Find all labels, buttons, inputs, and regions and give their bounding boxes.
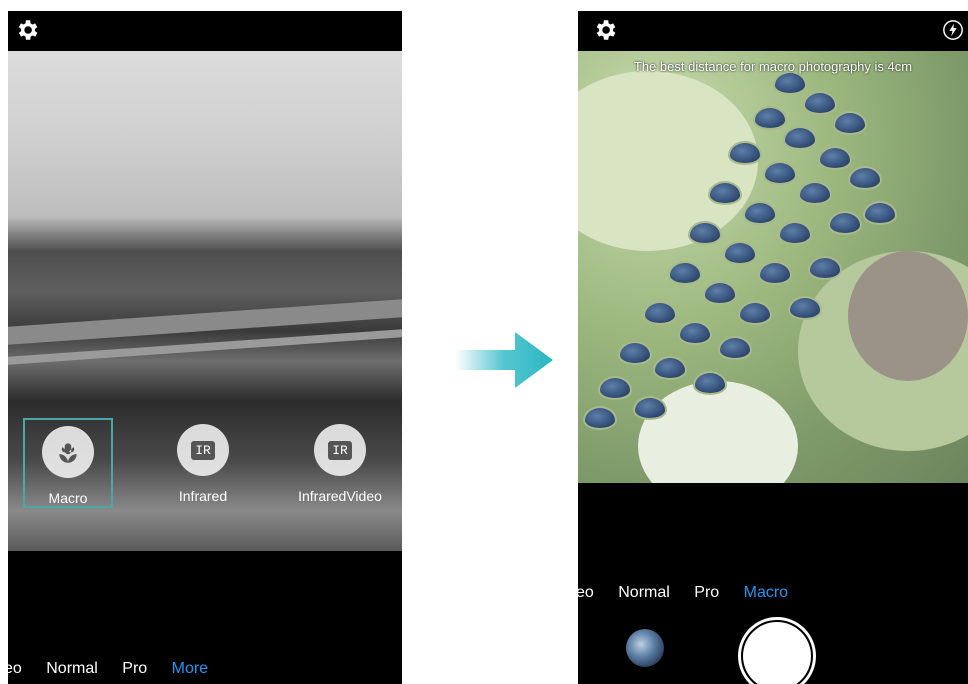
plantlet-pod — [693, 371, 727, 395]
macro-hint: The best distance for macro photography … — [633, 59, 913, 74]
mode-tab-normal[interactable]: Normal — [46, 660, 98, 678]
plantlet-pod — [808, 256, 842, 280]
gallery-thumbnail[interactable] — [626, 629, 664, 667]
gear-icon[interactable] — [14, 17, 40, 43]
plantlet-pod — [743, 201, 777, 225]
leaf — [848, 251, 968, 381]
mode-switcher: eo Normal Pro More — [8, 660, 228, 684]
ir-video-icon: IR — [328, 440, 352, 460]
mode-tab-macro[interactable]: Macro — [744, 584, 788, 602]
left-phone-screen: Macro IR Infrared IR InfraredVideo eo No… — [8, 11, 402, 684]
plantlet-pod — [598, 376, 632, 400]
mode-tab-normal[interactable]: Normal — [618, 584, 670, 602]
plantlet-pod — [848, 166, 882, 190]
plantlet-pod — [703, 281, 737, 305]
mode-icon-circle — [42, 426, 94, 478]
plantlet-pod — [678, 321, 712, 345]
plantlet-pod — [583, 406, 617, 430]
plantlet-pod — [783, 126, 817, 150]
plantlet-pod — [773, 71, 807, 95]
flower-icon — [59, 443, 77, 463]
mode-tab-video[interactable]: eo — [578, 584, 594, 602]
plantlet-pod — [708, 181, 742, 205]
plantlet-pod — [653, 356, 687, 380]
transition-arrow — [455, 332, 553, 388]
shutter-button[interactable] — [743, 622, 811, 684]
leaf — [638, 381, 798, 483]
plantlet-pod — [863, 201, 897, 225]
plantlet-pod — [778, 221, 812, 245]
plantlet-pod — [788, 296, 822, 320]
top-bar — [8, 11, 402, 51]
mode-label: Infrared — [178, 488, 228, 504]
mode-tab-pro[interactable]: Pro — [122, 660, 147, 678]
mode-label: Macro — [48, 490, 88, 506]
flash-auto-icon[interactable] — [942, 19, 964, 41]
mode-label: InfraredVideo — [298, 488, 382, 504]
mode-tab-pro[interactable]: Pro — [694, 584, 719, 602]
plantlet-pod — [763, 161, 797, 185]
mode-tile-infrared[interactable]: IR Infrared — [158, 418, 248, 508]
plantlet-pod — [758, 261, 792, 285]
plantlet-pod — [643, 301, 677, 325]
mode-icon-circle: IR — [314, 424, 366, 476]
gear-icon[interactable] — [592, 17, 618, 43]
plantlet-pod — [723, 241, 757, 265]
plantlet-pod — [738, 301, 772, 325]
right-phone-screen: The best distance for macro photography … — [578, 11, 968, 684]
mode-icon-circle: IR — [177, 424, 229, 476]
plantlet-pod — [798, 181, 832, 205]
plantlet-pod — [633, 396, 667, 420]
plantlet-pod — [688, 221, 722, 245]
mode-switcher: eo Normal Pro Macro — [578, 584, 808, 608]
plantlet-pod — [728, 141, 762, 165]
plantlet-pod — [668, 261, 702, 285]
plantlet-pod — [818, 146, 852, 170]
plantlet-pod — [833, 111, 867, 135]
ir-camera-icon: IR — [191, 440, 215, 460]
mode-tab-more[interactable]: More — [172, 660, 208, 678]
plantlet-pod — [828, 211, 862, 235]
plantlet-pod — [618, 341, 652, 365]
mode-tab-video[interactable]: eo — [8, 660, 22, 678]
plantlet-pod — [753, 106, 787, 130]
plantlet-pod — [718, 336, 752, 360]
mode-tile-infrared-video[interactable]: IR InfraredVideo — [295, 418, 385, 508]
mode-tile-macro[interactable]: Macro — [23, 418, 113, 508]
top-bar — [578, 11, 968, 51]
camera-viewfinder: The best distance for macro photography … — [578, 51, 968, 483]
plantlet-pod — [803, 91, 837, 115]
